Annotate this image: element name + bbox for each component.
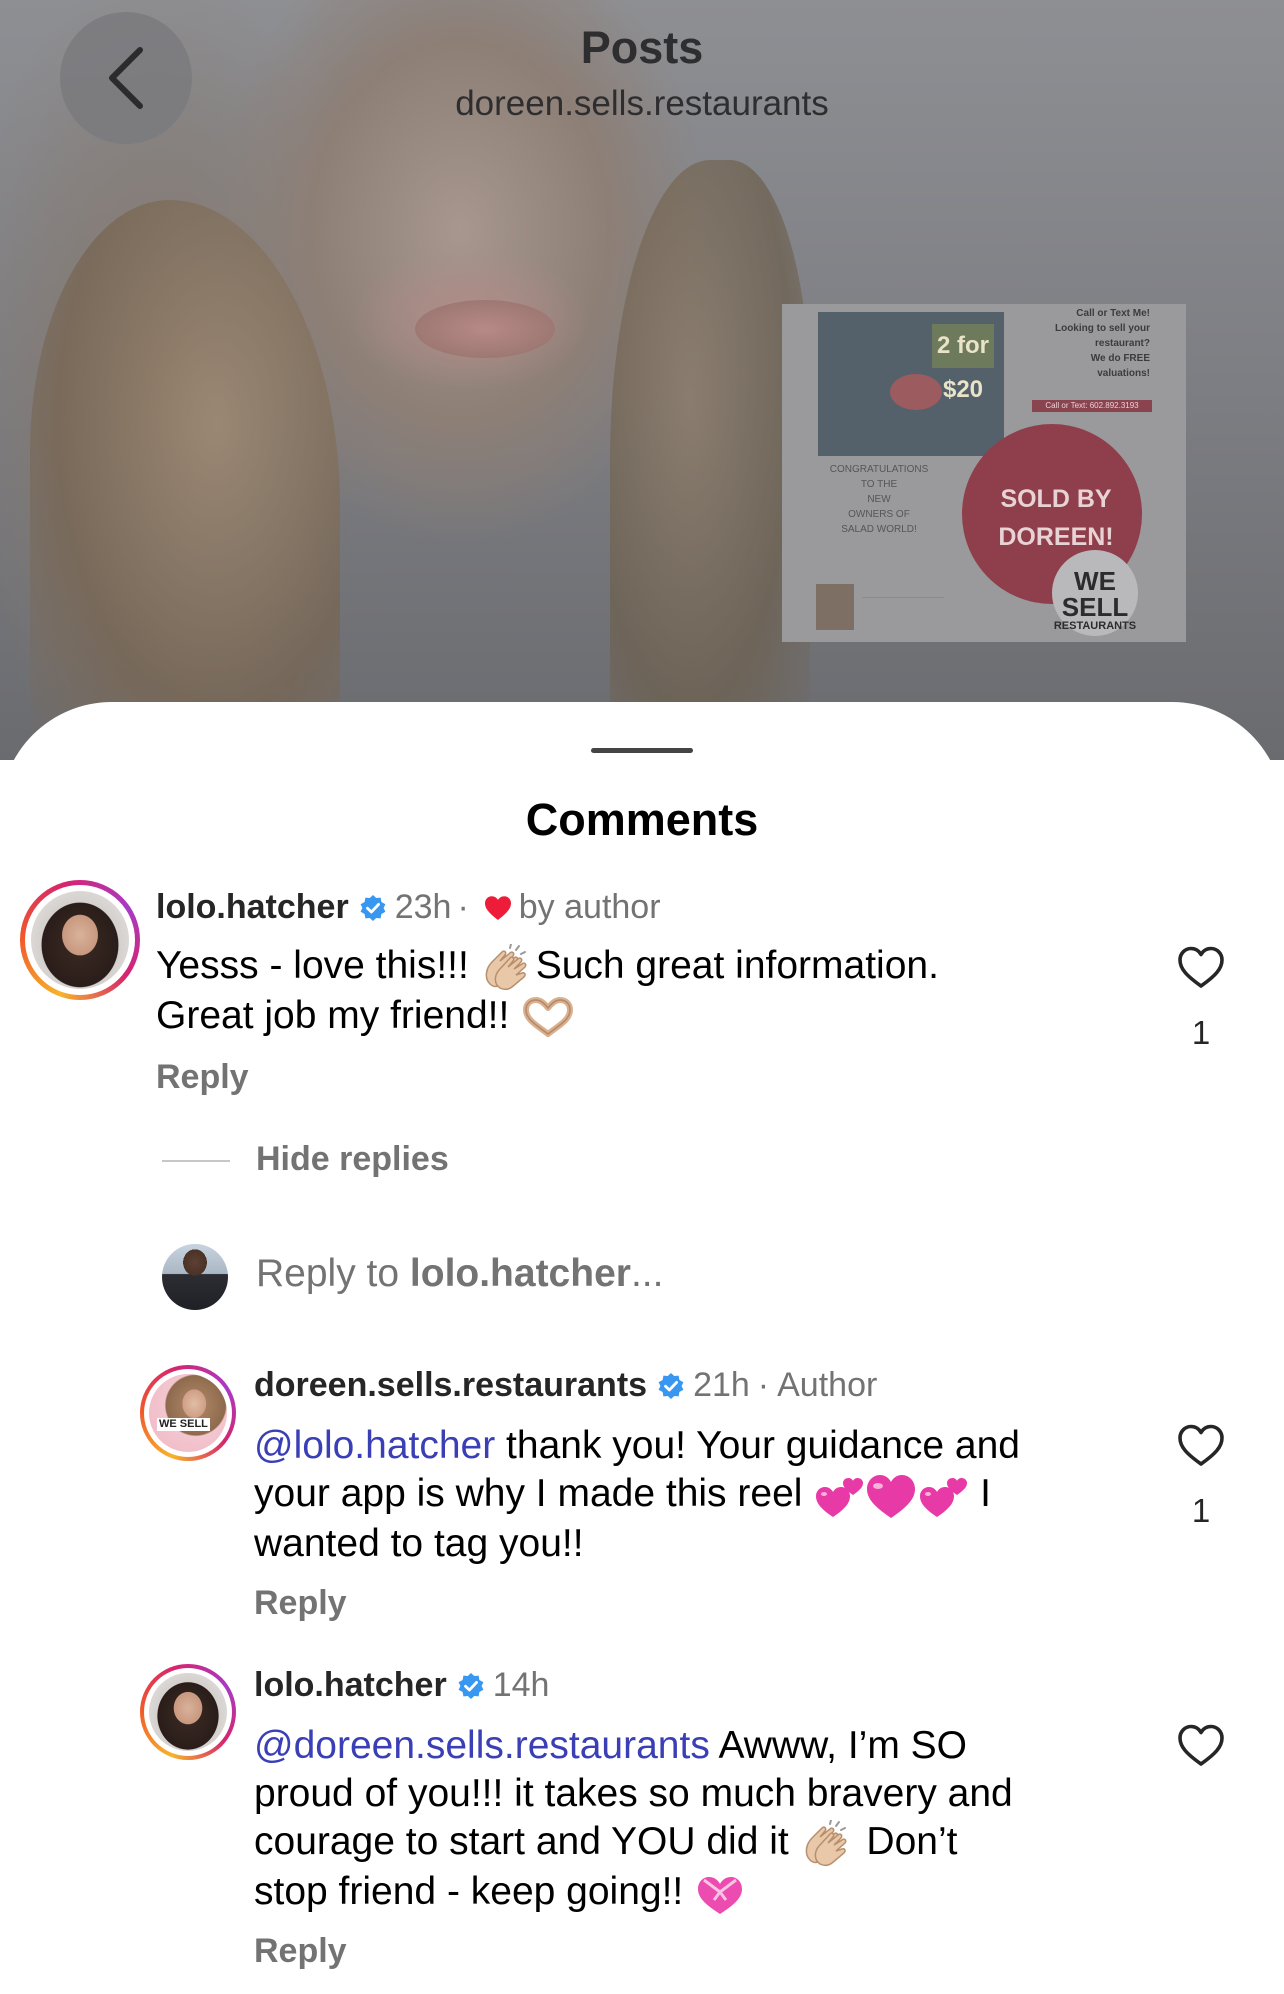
promo-call-bar: Call or Text: 602.892.3193 [1032, 400, 1152, 412]
reply-button[interactable]: Reply [254, 1584, 347, 1623]
avatar-photo [149, 1673, 227, 1751]
avatar-photo: WE SELL [149, 1374, 227, 1452]
reply-button[interactable]: Reply [156, 1058, 249, 1097]
avatar[interactable]: WE SELL [140, 1365, 236, 1461]
two-hearts-emoji [813, 1473, 865, 1519]
comment-meta: lolo.hatcher 14h [254, 1666, 549, 1705]
comment-time: 14h [492, 1666, 550, 1704]
verified-badge-icon [658, 1372, 684, 1399]
like-heart-icon[interactable] [1176, 944, 1226, 990]
promo-agent-photo [816, 584, 854, 630]
meta-separator: · [457, 888, 469, 926]
avatar[interactable] [20, 880, 140, 1000]
avatar-photo [31, 891, 129, 989]
promo-sold-text: SOLD BY DOREEN! [998, 485, 1114, 551]
we-sell-restaurants-logo: WE SELL RESTAURANTS [1052, 550, 1138, 636]
comments-title: Comments [525, 794, 759, 845]
comment-time: 21h [693, 1366, 750, 1404]
verified-badge-icon [458, 1672, 484, 1699]
clapping-hands-emoji [480, 942, 536, 992]
post-photo-hair [30, 200, 340, 760]
replies-divider [162, 1160, 230, 1162]
mention-link[interactable]: @lolo.hatcher [254, 1424, 495, 1467]
reply-input[interactable]: Reply to lolo.hatcher... [256, 1252, 663, 1296]
clapping-hands-emoji [800, 1818, 856, 1868]
reply-button[interactable]: Reply [254, 1932, 347, 1971]
promo-call-text: Call or Text Me! Looking to sell your re… [1054, 308, 1150, 379]
post-photo-face [415, 300, 555, 358]
post-promo-card: 2 for $20 Call or Text Me! Looking to se… [782, 304, 1186, 642]
verified-badge-icon [360, 894, 386, 921]
red-heart-icon [484, 895, 511, 920]
post-photo-hair [610, 160, 810, 760]
like-heart-icon[interactable] [1176, 1422, 1226, 1468]
meta-separator: · [757, 1366, 770, 1404]
comment-meta: lolo.hatcher 23h · by author [156, 888, 661, 927]
promo-photo: 2 for $20 [818, 312, 1004, 456]
comment-username[interactable]: lolo.hatcher [156, 888, 349, 927]
page-title: Posts [580, 22, 704, 73]
current-user-avatar [162, 1244, 228, 1310]
promo-footer-text: ········································… [862, 595, 944, 601]
comment-username[interactable]: lolo.hatcher [254, 1666, 447, 1705]
heart-hands-emoji [520, 996, 576, 1038]
comment-text: Yesss - love this!!! Such great informat… [156, 942, 939, 1038]
hide-replies-button[interactable]: Hide replies [256, 1140, 449, 1179]
comment-text: @lolo.hatcher thank you! Your guidance a… [254, 1424, 1020, 1565]
comment-text: @doreen.sells.restaurants Awww, I’m SO p… [254, 1722, 1134, 1916]
like-count[interactable]: 1 [1176, 1014, 1226, 1052]
pink-heart-emoji [865, 1472, 917, 1520]
liked-by-author-label: by author [518, 888, 661, 926]
comment-username[interactable]: doreen.sells.restaurants [254, 1366, 647, 1405]
comment-meta: doreen.sells.restaurants 21h · Author [254, 1366, 877, 1405]
two-hearts-emoji [917, 1473, 969, 1519]
sheet-grabber[interactable] [591, 748, 693, 753]
like-count[interactable]: 1 [1176, 1492, 1226, 1530]
promo-sign: 2 for $20 [932, 324, 994, 403]
avatar[interactable] [140, 1664, 236, 1760]
comment-time: 23h [394, 888, 452, 926]
author-label: Author [777, 1366, 878, 1404]
heart-with-ribbon-emoji [694, 1870, 746, 1916]
page-subtitle: doreen.sells.restaurants [455, 84, 829, 123]
promo-store-logo [890, 374, 942, 410]
we-sell-logo: WE SELL [157, 1418, 210, 1431]
promo-congrats-text: CONGRATULATIONS TO THE NEW OWNERS OF SAL… [829, 464, 929, 535]
mention-link[interactable]: @doreen.sells.restaurants [254, 1724, 710, 1767]
like-heart-icon[interactable] [1176, 1722, 1226, 1768]
